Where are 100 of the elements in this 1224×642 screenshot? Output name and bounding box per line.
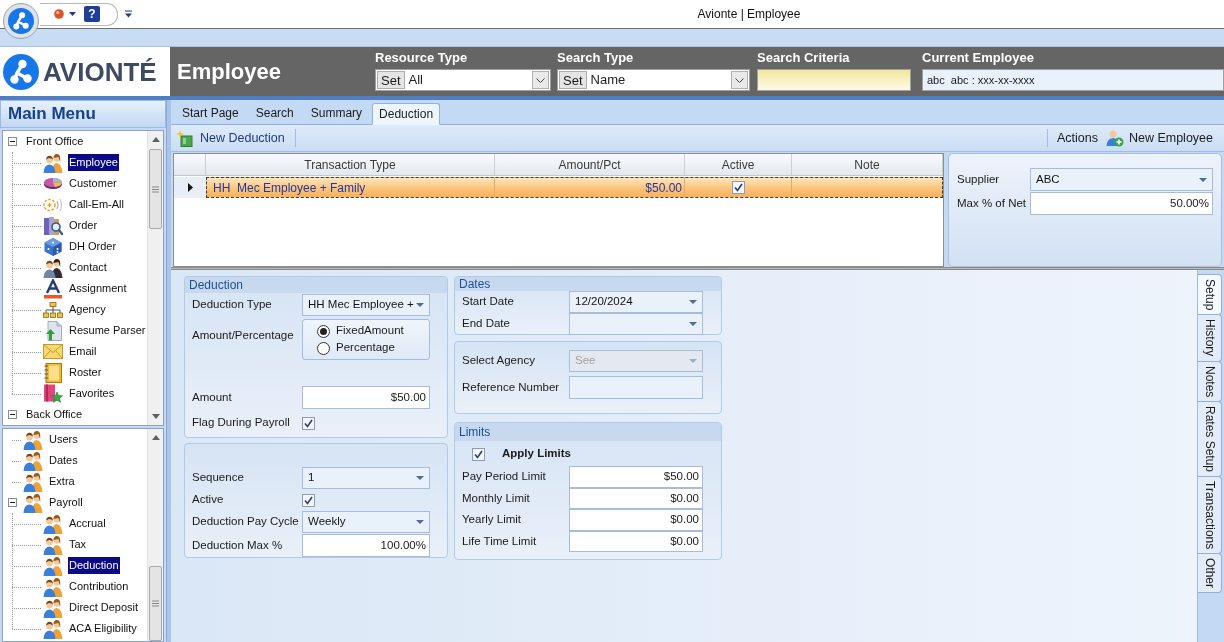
chevron-down-icon [735,77,744,83]
tree-item[interactable]: Call-Em-All [68,196,125,213]
tree-item[interactable]: Back Office [25,406,84,423]
tree-item[interactable]: Resume Parser [68,322,147,339]
toolbar-button[interactable]: Actions [1055,127,1099,149]
scroll-thumb[interactable] [149,149,162,229]
text-field[interactable]: $50.00 [302,386,430,409]
field-label: Monthly Limit [462,491,530,504]
logo-icon [3,53,39,90]
group-title: Limits [455,423,721,441]
font-color-icon [43,278,63,299]
set-button[interactable]: Set [377,71,405,89]
tree-item[interactable]: Email [68,343,98,360]
side-tab[interactable]: Rates Setup [1198,401,1222,478]
radio-icon[interactable] [317,324,330,338]
checkbox[interactable] [302,416,315,430]
side-tab[interactable]: Setup [1198,274,1222,316]
tab[interactable]: Start Page [175,102,246,124]
group-title: Dates [455,277,721,291]
tree-item[interactable]: Payroll [48,494,84,511]
tree-item[interactable]: Order [68,217,99,234]
column-header[interactable]: Transaction Type [304,155,396,174]
people-icon [43,597,63,618]
tab[interactable]: Search [248,102,301,124]
dropdown[interactable]: HH Mec Employee + [302,294,430,316]
brand-name: AVIONTÉ [43,58,157,85]
combo-box[interactable]: Set Name [557,69,750,91]
dropdown-button[interactable] [731,71,748,89]
field-label: Deduction Max % [192,538,283,551]
caret-down-icon[interactable] [689,300,697,304]
tab[interactable]: Deduction [372,103,441,125]
search-field[interactable] [757,69,911,91]
radio-option[interactable]: Percentage [317,339,395,357]
tab[interactable]: Summary [303,102,370,124]
checkbox[interactable] [731,181,745,194]
pie-chart-icon [43,177,63,190]
dropdown[interactable]: 12/20/2024 [569,291,703,313]
caret-down-icon[interactable] [69,12,76,16]
side-tab[interactable]: Other [1198,553,1222,594]
tree-item[interactable]: Favorites [68,385,116,402]
table-row[interactable]: HH Mec Employee + Family $50.00 [206,177,943,198]
tree-item[interactable]: Roster [68,364,103,381]
help-button[interactable]: ? [84,6,100,22]
tree-item[interactable]: Accrual [68,515,107,532]
tree-item[interactable]: Front Office [25,133,85,150]
toolbar-button[interactable]: New Employee [1104,127,1214,149]
caret-down-icon[interactable] [1199,177,1207,182]
tree-item[interactable]: Contact [68,259,108,276]
tree-item[interactable]: Customer [68,175,118,192]
text-field[interactable]: $0.00 [569,487,703,509]
tree-item[interactable]: Direct Deposit [68,599,140,616]
tree-item[interactable]: Extra [48,473,76,490]
collapse-icon[interactable] [8,410,17,419]
tree-item[interactable]: Agency [68,301,107,318]
dropdown[interactable]: Weekly [302,511,430,533]
tree-item[interactable]: Tax [68,536,88,553]
set-button[interactable]: Set [559,71,587,89]
caret-down-icon[interactable] [416,520,424,524]
side-tab[interactable]: History [1198,314,1222,362]
collapse-icon[interactable] [8,498,17,507]
caret-down-icon[interactable] [689,322,697,326]
dropdown-button[interactable] [532,71,549,89]
selected-value: Name [590,71,626,90]
caret-down-icon[interactable] [416,303,424,307]
dot-icon[interactable] [54,9,64,19]
tree-item[interactable]: DH Order [68,238,118,255]
column-header[interactable]: Amount/Pct [558,155,621,174]
field-label: Supplier [957,172,1000,185]
checkbox[interactable] [302,493,315,507]
scroll-up-icon[interactable] [151,435,160,440]
checkbox[interactable] [472,447,485,461]
customize-menu-icon[interactable] [125,10,132,18]
scroll-thumb[interactable] [149,566,162,641]
tree-item[interactable]: ACA Eligibility [68,620,138,637]
scroll-down-icon[interactable] [151,414,160,419]
text-field[interactable]: $0.00 [569,509,703,531]
tree-item[interactable]: Assignment [68,280,128,297]
combo-box[interactable]: Set All [375,69,551,91]
text-field[interactable]: 50.00% [1030,192,1213,215]
side-tab[interactable]: Notes [1198,360,1222,403]
side-tab[interactable]: Transactions [1198,476,1222,555]
dropdown[interactable]: ABC [1030,168,1213,191]
text-field[interactable]: $0.00 [569,530,703,552]
radio-icon[interactable] [317,341,330,355]
sidebar-title: Main Menu [0,100,166,128]
toolbar-button[interactable]: New Deduction [175,127,286,149]
tree-item[interactable]: Users [48,431,79,448]
tree-item[interactable]: Dates [48,452,79,469]
text-field[interactable]: 100.00% [302,534,430,557]
column-header[interactable]: Active [721,155,755,174]
scroll-up-icon[interactable] [151,137,160,142]
text-field[interactable]: $50.00 [569,466,703,488]
tree-item[interactable]: Deduction [68,557,120,574]
tree-item[interactable]: Employee [68,154,119,171]
caret-down-icon[interactable] [416,476,424,480]
column-header[interactable]: Note [854,155,880,174]
radio-option[interactable]: FixedAmount [317,322,404,340]
collapse-icon[interactable] [8,137,17,146]
dropdown[interactable]: 1 [302,467,430,489]
tree-item[interactable]: Contribution [68,578,130,595]
